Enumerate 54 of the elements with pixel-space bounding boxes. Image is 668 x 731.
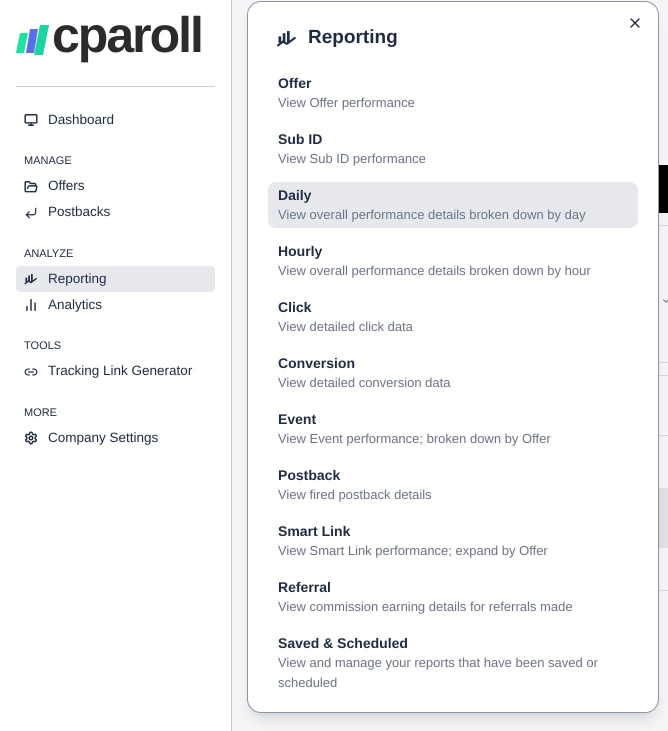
option-description: View and manage your reports that have been saved or scheduled	[278, 654, 599, 692]
report-option[interactable]: Hourly View overall performance details broken down by hour	[268, 238, 638, 284]
report-option[interactable]: Referral View commission earning details for referrals made	[268, 574, 638, 620]
option-description: View fired postback details	[278, 486, 433, 504]
report-option[interactable]: Smart Link View Smart Link performance; expand by Offer	[268, 518, 638, 564]
option-title: Hourly	[278, 242, 324, 260]
report-option[interactable]: Event View Event performance; broken down by Offer	[268, 406, 638, 452]
report-option[interactable]: Offer View Offer performance	[268, 70, 638, 116]
option-title: Sub ID	[278, 130, 324, 148]
option-title: Saved & Scheduled	[278, 634, 409, 652]
option-description: View detailed click data	[278, 318, 414, 336]
bar-chart-icon	[24, 298, 38, 312]
option-description: View overall performance details broken down by hour	[278, 262, 592, 280]
return-arrow-icon	[24, 206, 38, 220]
monitor-icon	[24, 113, 38, 127]
option-description: View Smart Link performance; expand by Offer	[278, 542, 549, 560]
option-description: View Sub ID performance	[278, 150, 427, 168]
logo-mark-icon	[16, 23, 52, 55]
option-title: Event	[278, 410, 318, 428]
report-option[interactable]: Postback View fired postback details	[268, 462, 638, 508]
chart-icon	[24, 273, 38, 285]
logo-text: cparoll	[52, 10, 202, 60]
option-title: Click	[278, 298, 312, 316]
report-option[interactable]: Saved & Scheduled View and manage your reports that have been saved or scheduled	[268, 630, 638, 696]
report-option[interactable]: Click View detailed click data	[268, 294, 638, 340]
option-description: View Offer performance	[278, 94, 416, 112]
report-option[interactable]: Sub ID View Sub ID performance	[268, 126, 638, 172]
option-title: Smart Link	[278, 522, 352, 540]
section-heading: ANALYZE	[23, 246, 74, 262]
option-description: View detailed conversion data	[278, 374, 452, 392]
option-title: Conversion	[278, 354, 356, 372]
nav-item[interactable]: Company Settings	[16, 425, 215, 451]
option-description: View overall performance details broken down by day	[278, 206, 587, 224]
section-heading: MORE	[23, 406, 58, 420]
option-description: View Event performance; broken down by Offer	[278, 430, 552, 448]
chart-icon	[276, 30, 298, 47]
nav-item[interactable]: Offers	[16, 174, 215, 200]
report-option[interactable]: Daily View overall performance details broken down by day	[268, 182, 638, 228]
option-title: Postback	[278, 466, 342, 484]
section-heading: TOOLS	[23, 339, 62, 354]
nav-item[interactable]: Analytics	[16, 292, 215, 318]
section-heading: MANAGE	[23, 154, 73, 169]
option-title: Daily	[278, 186, 312, 204]
nav-item[interactable]: Dashboard	[16, 107, 215, 133]
nav-item[interactable]: Reporting	[16, 266, 215, 292]
popup-title: Reporting	[308, 26, 398, 50]
option-title: Offer	[278, 74, 312, 92]
nav-item[interactable]: Tracking Link Generator	[16, 358, 215, 384]
report-option[interactable]: Conversion View detailed conversion data	[268, 350, 638, 396]
settings-icon	[24, 431, 38, 445]
option-description: View commission earning details for referrals made	[278, 598, 574, 616]
option-title: Referral	[278, 578, 332, 596]
nav-item[interactable]: Postbacks	[16, 200, 215, 226]
folder-icon	[24, 180, 38, 194]
